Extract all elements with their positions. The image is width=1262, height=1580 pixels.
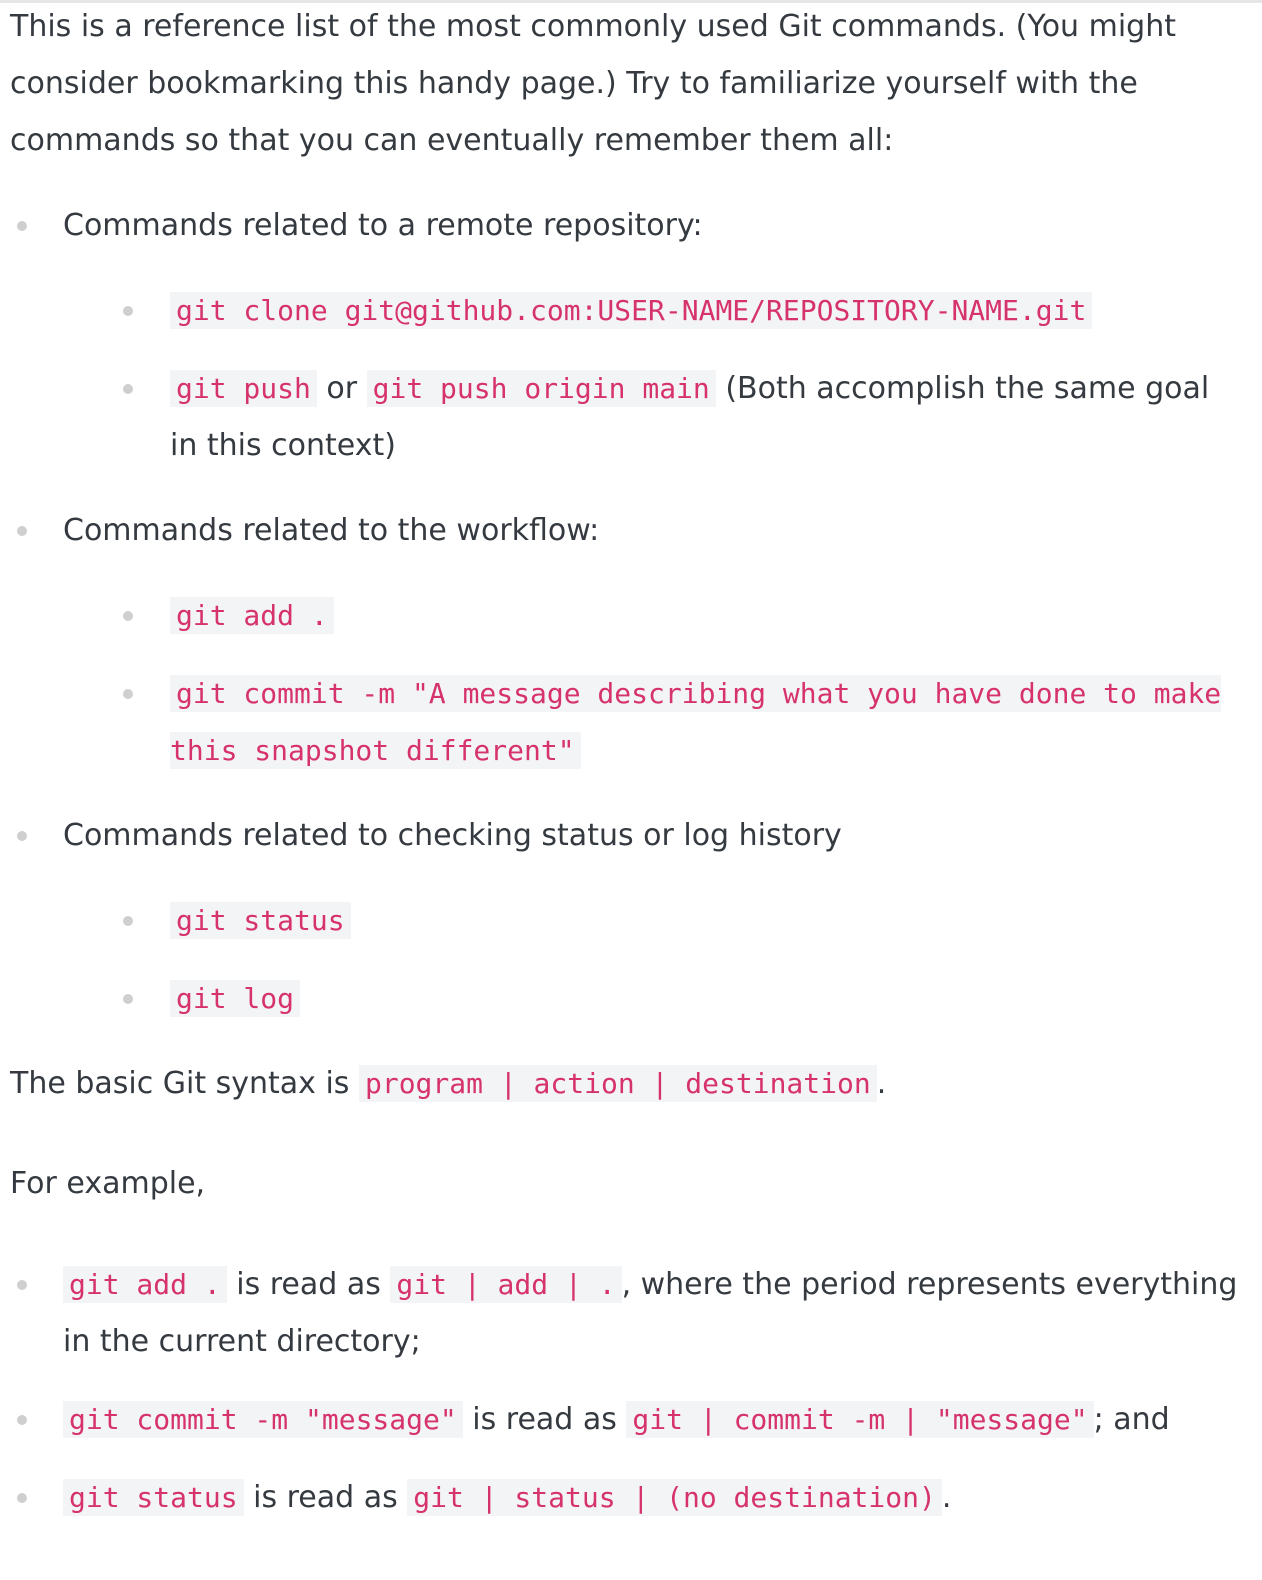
bullet-icon: [17, 221, 27, 231]
section-heading: Commands related to checking status or l…: [63, 818, 842, 853]
list-item: git clone git@github.com:USER-NAME/REPOS…: [63, 282, 1245, 339]
section-remote: Commands related to a remote repository:…: [10, 197, 1245, 474]
list-item: git add .: [63, 587, 1245, 644]
command-code: git status: [170, 902, 351, 939]
list-item: git commit -m "A message describing what…: [63, 665, 1245, 779]
command-sections-list: Commands related to a remote repository:…: [10, 197, 1245, 1027]
intro-paragraph: This is a reference list of the most com…: [10, 9, 1176, 158]
list-item: git commit -m "message" is read as git |…: [10, 1391, 1245, 1448]
command-breakdown-code: git | add | .: [390, 1266, 622, 1303]
section-status-log: Commands related to checking status or l…: [10, 807, 1245, 1027]
example-intro: For example,: [10, 1166, 206, 1201]
bullet-icon: [123, 994, 133, 1004]
text-or: or: [316, 371, 367, 406]
syntax-text: The basic Git syntax is: [10, 1066, 359, 1101]
section-heading: Commands related to the workflow:: [63, 513, 600, 548]
syntax-paragraph: The basic Git syntax is program | action…: [10, 1055, 1245, 1112]
list-item: git log: [63, 970, 1245, 1027]
command-breakdown-code: git | status | (no destination): [407, 1479, 942, 1516]
bullet-icon: [123, 611, 133, 621]
command-code: git add .: [170, 597, 334, 634]
text-explanation: ; and: [1093, 1402, 1170, 1437]
list-item: git status: [63, 892, 1245, 949]
command-code: git status: [63, 1479, 244, 1516]
bullet-icon: [123, 384, 133, 394]
bullet-icon: [123, 916, 133, 926]
command-code: git commit -m "A message describing what…: [170, 675, 1222, 769]
bullet-icon: [17, 526, 27, 536]
article-content: This is a reference list of the most com…: [10, 0, 1245, 1526]
syntax-period: .: [876, 1066, 887, 1101]
workflow-commands-list: git add . git commit -m "A message descr…: [63, 587, 1245, 779]
text-explanation: .: [941, 1480, 952, 1515]
bullet-icon: [123, 689, 133, 699]
list-item: git status is read as git | status | (no…: [10, 1469, 1245, 1526]
text-read-as: is read as: [226, 1267, 391, 1302]
syntax-code: program | action | destination: [358, 1065, 877, 1102]
text-read-as: is read as: [243, 1480, 408, 1515]
command-code: git push origin main: [366, 370, 716, 407]
bullet-icon: [17, 1280, 27, 1290]
command-code: git log: [170, 980, 301, 1017]
command-code: git push: [170, 370, 317, 407]
status-commands-list: git status git log: [63, 892, 1245, 1027]
bullet-icon: [123, 306, 133, 316]
command-code: git add .: [63, 1266, 227, 1303]
command-code: git commit -m "message": [63, 1401, 463, 1438]
section-heading: Commands related to a remote repository:: [63, 208, 703, 243]
command-code: git clone git@github.com:USER-NAME/REPOS…: [170, 292, 1093, 329]
bullet-icon: [17, 1415, 27, 1425]
command-breakdown-code: git | commit -m | "message": [626, 1401, 1094, 1438]
list-item: git push or git push origin main (Both a…: [63, 360, 1245, 474]
bullet-icon: [17, 831, 27, 841]
bullet-icon: [17, 1493, 27, 1503]
text-read-as: is read as: [462, 1402, 627, 1437]
examples-list: git add . is read as git | add | ., wher…: [10, 1256, 1245, 1526]
remote-commands-list: git clone git@github.com:USER-NAME/REPOS…: [63, 282, 1245, 474]
list-item: git add . is read as git | add | ., wher…: [10, 1256, 1245, 1370]
section-workflow: Commands related to the workflow: git ad…: [10, 502, 1245, 779]
